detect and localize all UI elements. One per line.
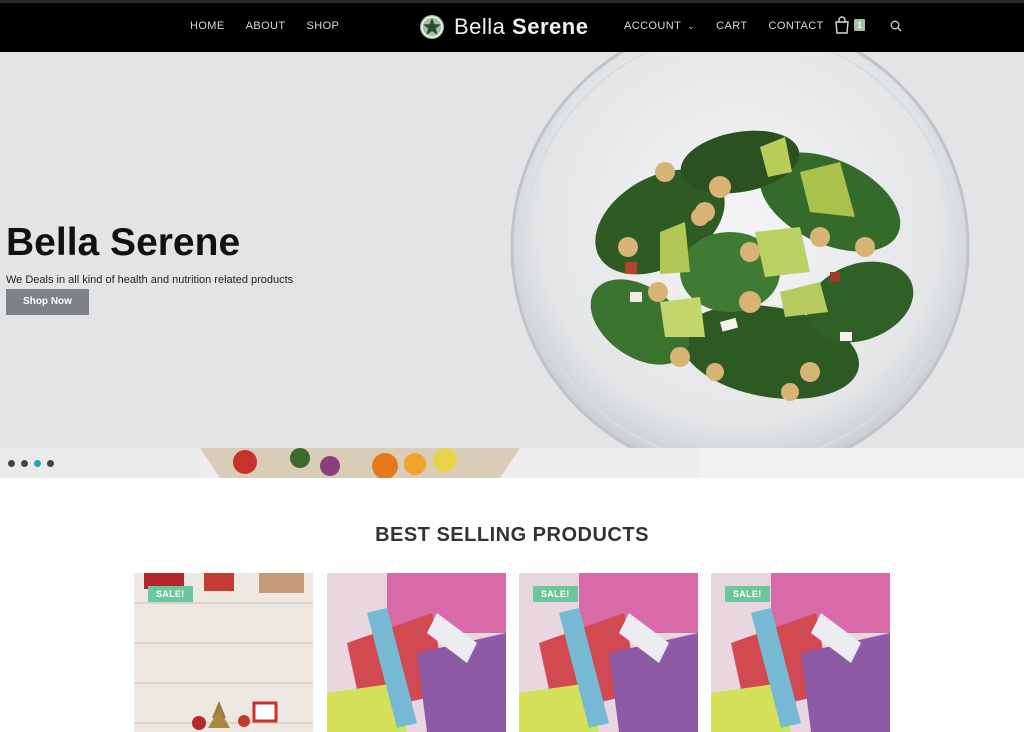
- hero-strip-image: [0, 448, 1024, 478]
- cart-button[interactable]: 1: [834, 16, 866, 34]
- primary-nav-left: HOME ABOUT SHOP: [190, 0, 360, 52]
- slider-dot-active[interactable]: [34, 460, 41, 467]
- nav-cart-link[interactable]: CART: [716, 20, 747, 32]
- slider-dot[interactable]: [21, 460, 28, 467]
- slider-dot[interactable]: [47, 460, 54, 467]
- salad-bowl-image: [510, 52, 970, 448]
- nav-home-link[interactable]: HOME: [190, 20, 225, 32]
- fruit-plate-image: [0, 448, 1024, 478]
- chevron-down-icon: ⌄: [687, 20, 696, 31]
- product-card[interactable]: SALE!: [519, 573, 698, 732]
- hero-subtitle: We Deals in all kind of health and nutri…: [6, 274, 294, 286]
- logo-text-bold: Serene: [512, 14, 589, 39]
- nav-shop-link[interactable]: SHOP: [307, 20, 340, 32]
- primary-nav-right: ACCOUNT ⌄ CART CONTACT: [624, 0, 845, 52]
- sale-badge: SALE!: [725, 586, 770, 602]
- gift-boxes-image: [327, 573, 506, 732]
- nav-about-link[interactable]: ABOUT: [246, 20, 286, 32]
- logo-wordmark: Bella Serene: [454, 14, 588, 40]
- search-button[interactable]: [890, 19, 902, 37]
- hero-title: Bella Serene: [6, 221, 241, 264]
- nav-account-link[interactable]: ACCOUNT ⌄: [624, 20, 695, 32]
- product-card[interactable]: [327, 573, 506, 732]
- site-logo[interactable]: Bella Serene: [419, 12, 588, 42]
- shopping-bag-icon: [835, 16, 849, 34]
- product-card[interactable]: SALE!: [134, 573, 313, 732]
- slider-dot[interactable]: [8, 460, 15, 467]
- cart-count-badge: 1: [854, 19, 866, 31]
- search-icon: [890, 20, 902, 32]
- hero-slider: Bella Serene We Deals in all kind of hea…: [0, 52, 1024, 448]
- logo-text-light: Bella: [454, 14, 513, 39]
- nav-contact-link[interactable]: CONTACT: [769, 20, 824, 32]
- product-card[interactable]: SALE!: [711, 573, 890, 732]
- shop-now-button[interactable]: Shop Now: [6, 289, 89, 315]
- slider-pagination: [8, 460, 60, 467]
- best-selling-title: BEST SELLING PRODUCTS: [375, 524, 649, 546]
- nav-account-label: ACCOUNT: [624, 20, 682, 32]
- sale-badge: SALE!: [148, 586, 193, 602]
- star-emblem-icon: [420, 15, 444, 39]
- sale-badge: SALE!: [533, 586, 578, 602]
